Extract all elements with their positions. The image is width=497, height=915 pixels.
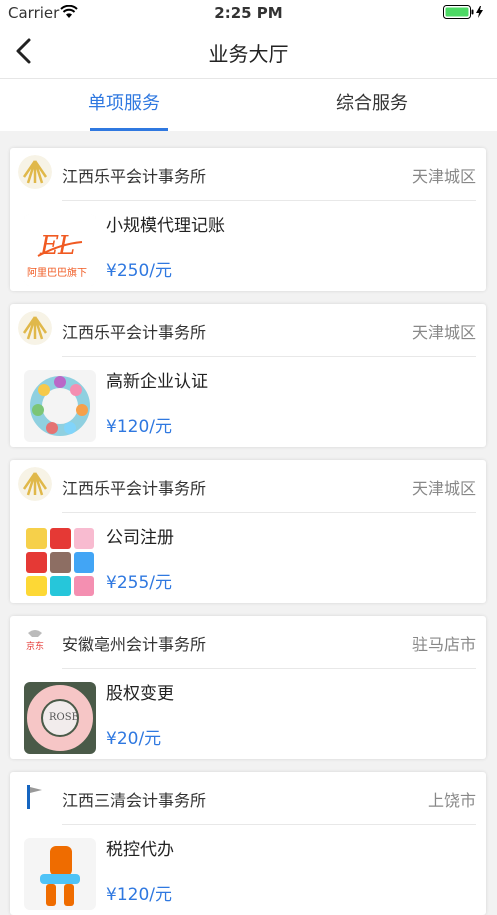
organization-name: 江西乐平会计事务所 (62, 479, 207, 498)
location-label: 天津城区 (411, 167, 476, 186)
organization-name: 安徽亳州会计事务所 (62, 635, 207, 654)
thumb-caption: ROSE (49, 712, 79, 723)
clock: 2:25 PM (214, 4, 283, 22)
tab-combined-service[interactable]: 综合服务 (248, 79, 496, 131)
page-title: 业务大厅 (208, 42, 289, 66)
service-title: 高新企业认证 (106, 372, 208, 392)
tab-bar: 单项服务 综合服务 (0, 79, 497, 131)
card-divider (62, 356, 476, 357)
service-price: ¥20/元 (106, 729, 162, 749)
battery-icon (443, 5, 489, 23)
service-title: 税控代办 (106, 840, 174, 860)
service-card[interactable]: 江西乐平会计事务所 天津城区 公司注册 ¥255/元 (10, 460, 486, 603)
card-divider (62, 512, 476, 513)
animal-tiles-icon (24, 526, 96, 598)
sunburst-logo-icon (18, 155, 52, 189)
card-divider (62, 824, 476, 825)
service-price: ¥250/元 (106, 261, 172, 281)
card-header: 江西乐平会计事务所 天津城区 (10, 304, 486, 354)
jd-logo-icon: 京东 (18, 623, 52, 657)
organization-name: 江西乐平会计事务所 (62, 167, 207, 186)
service-price: ¥120/元 (106, 417, 172, 437)
card-header: 江西乐平会计事务所 天津城区 (10, 460, 486, 510)
alibaba-ad-icon: EL 阿里巴巴旗下 (24, 214, 96, 286)
tab-active-indicator (90, 128, 168, 131)
rose-wreath-icon: ROSE (24, 682, 96, 754)
card-header: 京东 安徽亳州会计事务所 驻马店市 (10, 616, 486, 666)
flag-logo-icon (18, 779, 52, 813)
card-header: 江西乐平会计事务所 天津城区 (10, 148, 486, 198)
location-label: 天津城区 (411, 479, 476, 498)
tab-single-service[interactable]: 单项服务 (0, 79, 248, 131)
toy-wreath-icon (24, 370, 96, 442)
service-title: 股权变更 (106, 684, 174, 704)
card-header: 江西三清会计事务所 上饶市 (10, 772, 486, 822)
thumb-caption: 阿里巴巴旗下 (27, 268, 87, 279)
service-title: 小规模代理记账 (106, 216, 225, 236)
service-price: ¥120/元 (106, 885, 172, 905)
sunburst-logo-icon (18, 311, 52, 345)
card-divider (62, 668, 476, 669)
organization-name: 江西三清会计事务所 (62, 791, 207, 810)
location-label: 上饶市 (427, 791, 476, 810)
status-bar: Carrier 2:25 PM (0, 0, 497, 26)
toy-figure-icon (24, 838, 96, 910)
service-price: ¥255/元 (106, 573, 172, 593)
service-card[interactable]: 江西乐平会计事务所 天津城区 EL 阿里巴巴旗下 小规模代理记账 ¥250/元 (10, 148, 486, 291)
logo-text: 京东 (26, 642, 45, 652)
location-label: 天津城区 (411, 323, 476, 342)
svg-text:E: E (39, 231, 59, 261)
service-card[interactable]: 江西三清会计事务所 上饶市 税控代办 ¥120/元 (10, 772, 486, 915)
service-card[interactable]: 京东 安徽亳州会计事务所 驻马店市 ROSE 股权变更 ¥20/元 (10, 616, 486, 759)
tab-label: 综合服务 (336, 93, 408, 114)
location-label: 驻马店市 (411, 635, 476, 654)
navigation-bar: 业务大厅 (0, 26, 497, 79)
service-title: 公司注册 (106, 528, 174, 548)
service-card[interactable]: 江西乐平会计事务所 天津城区 高新企业认证 ¥120/元 (10, 304, 486, 447)
sunburst-logo-icon (18, 467, 52, 501)
organization-name: 江西乐平会计事务所 (62, 323, 207, 342)
card-divider (62, 200, 476, 201)
tab-label: 单项服务 (88, 93, 160, 114)
